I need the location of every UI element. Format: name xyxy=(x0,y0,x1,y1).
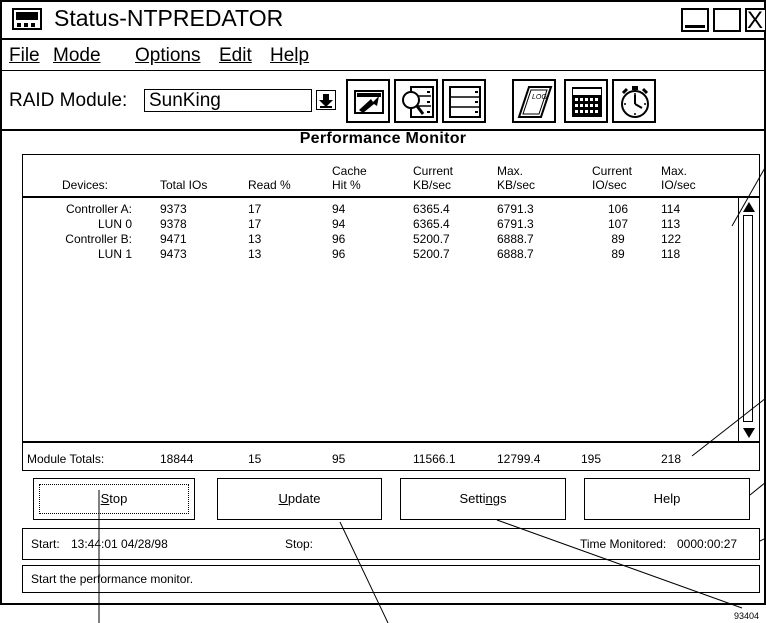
callout-leader-lines xyxy=(98,165,766,623)
